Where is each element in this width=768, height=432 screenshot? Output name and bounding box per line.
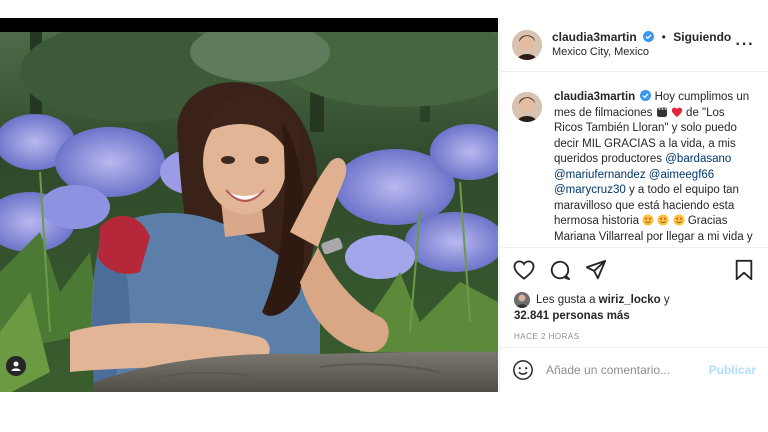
post-photo-panel (0, 18, 498, 392)
follow-status-button[interactable]: Siguiendo (673, 30, 731, 44)
caption-verified-badge-icon (640, 90, 652, 101)
emoji-picker-icon[interactable] (512, 359, 534, 381)
post-modal: claudia3martin • Siguiendo Mexico City, … (0, 0, 768, 432)
heart-eyes-emoji-icon (642, 214, 654, 226)
post-actions-bar (500, 248, 768, 292)
post-timestamp[interactable]: HACE 2 HORAS (500, 324, 768, 348)
post-header: claudia3martin • Siguiendo Mexico City, … (500, 18, 768, 72)
red-heart-emoji-icon (671, 107, 682, 117)
mention-link[interactable]: @marycruz30 (554, 184, 626, 196)
author-info: claudia3martin • Siguiendo Mexico City, … (552, 29, 734, 60)
separator-dot: • (661, 30, 666, 44)
caption-author-avatar[interactable] (512, 92, 542, 122)
mention-link[interactable]: @bardasano (665, 153, 731, 165)
mention-link[interactable]: @aimeegf66 (649, 169, 714, 181)
liker-avatar[interactable] (514, 292, 530, 308)
post-image[interactable] (0, 32, 498, 392)
author-username[interactable]: claudia3martin (552, 30, 637, 44)
tagged-users-icon[interactable] (6, 356, 26, 376)
mention-link[interactable]: @mariufernandez (554, 169, 646, 181)
share-paper-plane-icon[interactable] (584, 258, 608, 282)
photo-illustration (0, 32, 498, 392)
save-bookmark-icon[interactable] (732, 258, 756, 282)
clapperboard-emoji-icon (656, 106, 667, 117)
caption-username[interactable]: claudia3martin (554, 91, 635, 103)
likes-summary: Les gusta a wiriz_locko y 32.841 persona… (500, 292, 768, 324)
more-options-icon[interactable]: ··· (734, 36, 756, 52)
verified-badge-icon (643, 31, 655, 42)
heart-eyes-emoji-icon (673, 214, 685, 226)
comment-input[interactable] (546, 363, 709, 377)
publish-comment-button[interactable]: Publicar (709, 363, 756, 377)
likes-conjunction: y (663, 294, 670, 306)
author-avatar[interactable] (512, 29, 542, 60)
caption-text: claudia3martin Hoy cumplimos un mes de f… (554, 90, 756, 245)
comment-bubble-icon[interactable] (548, 258, 572, 282)
liker-username[interactable]: wiriz_locko (599, 292, 661, 308)
post-location[interactable]: Mexico City, Mexico (552, 45, 734, 60)
like-heart-icon[interactable] (512, 258, 536, 282)
heart-eyes-emoji-icon (657, 214, 669, 226)
likes-prefix: Les gusta a (536, 294, 596, 306)
add-comment-form: Publicar (500, 348, 768, 392)
likes-count-link[interactable]: 32.841 personas más (514, 308, 754, 324)
post-caption: claudia3martin Hoy cumplimos un mes de f… (500, 72, 768, 248)
post-side-panel: claudia3martin • Siguiendo Mexico City, … (499, 18, 768, 392)
